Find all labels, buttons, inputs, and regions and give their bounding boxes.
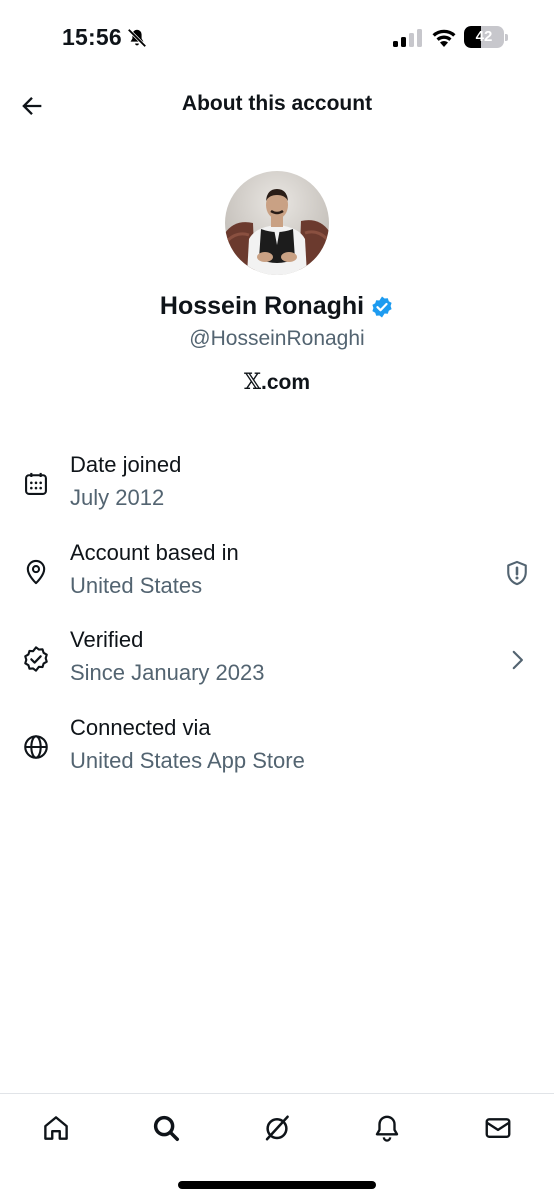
profile-name: Hossein Ronaghi	[159, 292, 365, 320]
connected-via-value: United States App Store	[70, 748, 305, 773]
battery-percent: 42	[475, 28, 493, 45]
verified-badge-icon[interactable]	[370, 295, 394, 319]
x-logo-icon: 𝕏	[243, 370, 262, 395]
site-link[interactable]: 𝕏 .com	[0, 370, 554, 395]
globe-icon	[24, 735, 48, 759]
verified-badge-outline-icon	[24, 646, 48, 672]
calendar-icon	[25, 472, 47, 495]
account-based-value: United States	[70, 573, 203, 598]
info-verified[interactable]: Verified Since January 2023	[0, 627, 554, 707]
info-connected-via: Connected via United States App Store	[0, 715, 554, 795]
nav-notifications-button[interactable]	[369, 1110, 405, 1146]
page-title: About this account	[181, 92, 373, 115]
profile-name-row: Hossein Ronaghi	[0, 292, 554, 321]
signal-icon	[393, 29, 422, 47]
verified-value: Since January 2023	[70, 660, 265, 685]
verified-label: Verified	[70, 627, 144, 652]
nav-search-button[interactable]	[148, 1110, 184, 1146]
search-icon	[153, 1115, 179, 1141]
verified-chevron-button[interactable]	[502, 645, 532, 675]
account-based-info-button[interactable]	[502, 558, 532, 588]
site-suffix: .com	[261, 370, 311, 394]
chevron-right-icon	[512, 650, 523, 670]
avatar[interactable]	[225, 171, 329, 275]
nav-grok-button[interactable]	[259, 1110, 295, 1146]
date-joined-value: July 2012	[70, 485, 165, 510]
location-pin-icon	[26, 559, 46, 585]
header: About this account	[0, 78, 554, 132]
home-indicator[interactable]	[178, 1181, 376, 1189]
battery-icon: 42	[464, 26, 508, 48]
messages-envelope-icon	[485, 1118, 511, 1138]
date-joined-label: Date joined	[70, 452, 182, 477]
wifi-icon	[432, 29, 456, 47]
account-based-label: Account based in	[70, 540, 239, 565]
status-time: 15:56	[62, 24, 122, 50]
nav-home-button[interactable]	[38, 1110, 74, 1146]
info-account-based-in: Account based in United States	[0, 540, 554, 620]
nav-messages-button[interactable]	[480, 1110, 516, 1146]
bell-off-icon	[127, 28, 147, 48]
notifications-bell-icon	[375, 1115, 399, 1142]
grok-icon	[265, 1115, 289, 1141]
shield-alert-icon	[507, 560, 527, 586]
status-bar: 15:56 42	[0, 0, 554, 70]
connected-via-label: Connected via	[70, 715, 211, 740]
home-icon	[44, 1116, 68, 1140]
info-date-joined: Date joined July 2012	[0, 452, 554, 532]
profile-handle: @HosseinRonaghi	[189, 327, 365, 350]
